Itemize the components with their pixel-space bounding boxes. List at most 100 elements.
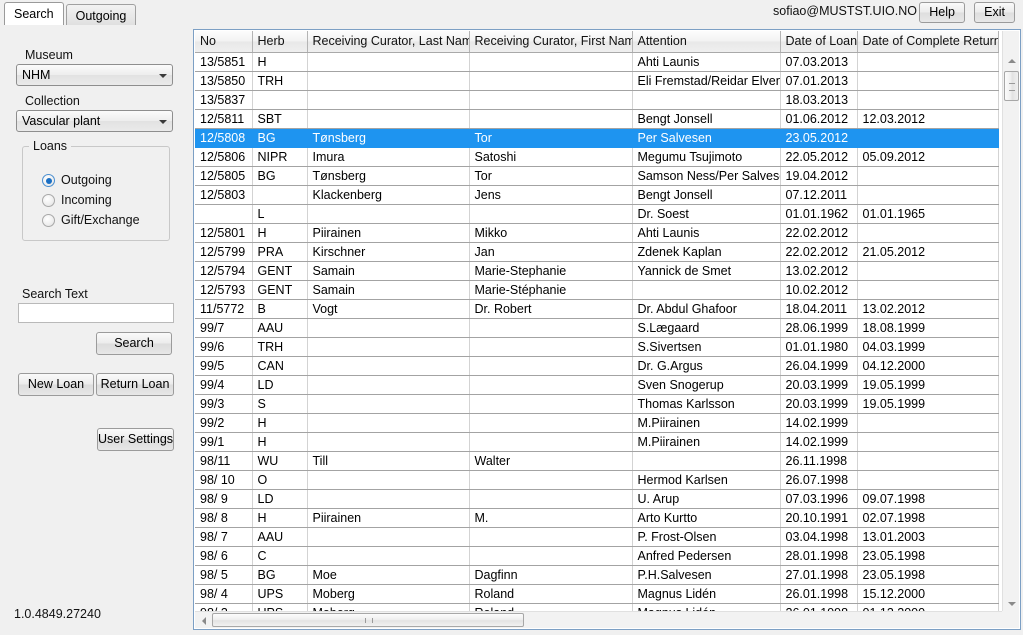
cell-date-of-loan[interactable]: 27.01.1998 [780, 565, 858, 585]
cell-herb[interactable]: AAU [252, 318, 308, 338]
cell-date-of-loan[interactable]: 22.05.2012 [780, 147, 858, 167]
cell-curator-first-name[interactable]: Marie-Stéphanie [469, 280, 633, 300]
help-button[interactable]: Help [919, 2, 965, 23]
cell-no[interactable]: 98/ 8 [195, 508, 253, 528]
cell-attention[interactable]: Zdenek Kaplan [632, 242, 781, 262]
return-loan-button[interactable]: Return Loan [96, 373, 174, 396]
cell-no[interactable]: 12/5799 [195, 242, 253, 262]
table-row[interactable]: 98/11 WU Till Walter 26.11.1998 [195, 451, 999, 471]
cell-date-of-loan[interactable]: 07.01.2013 [780, 71, 858, 91]
cell-herb[interactable] [252, 90, 308, 110]
cell-curator-last-name[interactable]: Piirainen [307, 508, 470, 528]
table-row[interactable]: L Dr. Soest 01.01.1962 01.01.1965 [195, 204, 999, 224]
cell-herb[interactable]: PRA [252, 242, 308, 262]
cell-curator-last-name[interactable]: Vogt [307, 299, 470, 319]
cell-attention[interactable]: Sven Snogerup [632, 375, 781, 395]
user-settings-button[interactable]: User Settings [97, 428, 174, 451]
table-row[interactable]: 98/ 6 C Anfred Pedersen 28.01.1998 23.05.199… [195, 546, 999, 566]
cell-curator-last-name[interactable]: Moe [307, 565, 470, 585]
cell-curator-last-name[interactable] [307, 356, 470, 376]
cell-no[interactable]: 12/5803 [195, 185, 253, 205]
cell-date-of-complete-return[interactable] [857, 413, 999, 433]
cell-no[interactable]: 13/5851 [195, 52, 253, 72]
cell-curator-first-name[interactable]: Dr. Robert [469, 299, 633, 319]
cell-no[interactable] [195, 204, 253, 224]
cell-no[interactable]: 99/7 [195, 318, 253, 338]
cell-curator-last-name[interactable] [307, 375, 470, 395]
cell-date-of-complete-return[interactable] [857, 470, 999, 490]
cell-no[interactable]: 99/2 [195, 413, 253, 433]
cell-no[interactable]: 12/5805 [195, 166, 253, 186]
cell-attention[interactable] [632, 451, 781, 471]
cell-date-of-loan[interactable]: 22.02.2012 [780, 223, 858, 243]
cell-attention[interactable]: M.Piirainen [632, 432, 781, 452]
table-row[interactable]: 98/ 8 H Piirainen M. Arto Kurtto 20.10.1991 02… [195, 508, 999, 528]
cell-herb[interactable]: CAN [252, 356, 308, 376]
cell-date-of-loan[interactable]: 07.03.1996 [780, 489, 858, 509]
cell-attention[interactable]: Bengt Jonsell [632, 109, 781, 129]
cell-curator-first-name[interactable] [469, 527, 633, 547]
cell-curator-last-name[interactable] [307, 546, 470, 566]
cell-attention[interactable]: Bengt Jonsell [632, 185, 781, 205]
scroll-up-arrow-icon[interactable] [1003, 52, 1020, 69]
cell-curator-first-name[interactable]: Jens [469, 185, 633, 205]
cell-curator-last-name[interactable] [307, 52, 470, 72]
cell-date-of-complete-return[interactable]: 23.05.1998 [857, 546, 999, 566]
cell-attention[interactable]: U. Arup [632, 489, 781, 509]
cell-no[interactable]: 99/6 [195, 337, 253, 357]
cell-curator-first-name[interactable] [469, 470, 633, 490]
cell-no[interactable]: 99/3 [195, 394, 253, 414]
table-row[interactable]: 98/ 5 BG Moe Dagfinn P.H.Salvesen 27.01.1998 2… [195, 565, 999, 585]
cell-date-of-loan[interactable]: 26.04.1999 [780, 356, 858, 376]
cell-date-of-complete-return[interactable]: 18.08.1999 [857, 318, 999, 338]
cell-no[interactable]: 98/ 4 [195, 584, 253, 604]
scroll-down-arrow-icon[interactable] [1003, 595, 1020, 612]
cell-curator-last-name[interactable] [307, 527, 470, 547]
cell-curator-last-name[interactable]: Till [307, 451, 470, 471]
cell-attention[interactable]: Per Salvesen [632, 128, 781, 148]
table-row[interactable]: 98/ 10 O Hermod Karlsen 26.07.1998 [195, 470, 999, 490]
column-header-curator-last-name[interactable]: Receiving Curator, Last Name [307, 31, 470, 53]
cell-curator-last-name[interactable] [307, 90, 470, 110]
cell-attention[interactable] [632, 280, 781, 300]
cell-curator-first-name[interactable] [469, 90, 633, 110]
cell-curator-last-name[interactable]: Samain [307, 280, 470, 300]
cell-no[interactable]: 98/ 5 [195, 565, 253, 585]
cell-attention[interactable]: Megumu Tsujimoto [632, 147, 781, 167]
table-row[interactable]: 12/5793 GENT Samain Marie-Stéphanie 10.02.20… [195, 280, 999, 300]
cell-curator-first-name[interactable]: Marie-Stephanie [469, 261, 633, 281]
cell-herb[interactable]: GENT [252, 261, 308, 281]
cell-date-of-loan[interactable]: 26.07.1998 [780, 470, 858, 490]
cell-herb[interactable]: WU [252, 451, 308, 471]
cell-attention[interactable] [632, 90, 781, 110]
cell-curator-first-name[interactable]: M. [469, 508, 633, 528]
cell-no[interactable]: 98/ 9 [195, 489, 253, 509]
cell-attention[interactable]: Magnus Lidén [632, 584, 781, 604]
cell-date-of-complete-return[interactable]: 05.09.2012 [857, 147, 999, 167]
cell-no[interactable]: 99/4 [195, 375, 253, 395]
cell-curator-first-name[interactable] [469, 71, 633, 91]
cell-date-of-loan[interactable]: 18.04.2011 [780, 299, 858, 319]
cell-curator-first-name[interactable] [469, 52, 633, 72]
cell-herb[interactable]: L [252, 204, 308, 224]
cell-date-of-complete-return[interactable]: 13.01.2003 [857, 527, 999, 547]
cell-curator-last-name[interactable]: Tønsberg [307, 166, 470, 186]
cell-date-of-complete-return[interactable]: 04.03.1999 [857, 337, 999, 357]
collection-select[interactable]: Vascular plant [16, 110, 173, 132]
cell-no[interactable]: 12/5794 [195, 261, 253, 281]
cell-attention[interactable]: Eli Fremstad/Reidar Elven [632, 71, 781, 91]
table-row[interactable]: 13/5851 H Ahti Launis 07.03.2013 [195, 52, 999, 72]
cell-curator-last-name[interactable] [307, 470, 470, 490]
cell-curator-last-name[interactable]: Klackenberg [307, 185, 470, 205]
cell-curator-last-name[interactable] [307, 489, 470, 509]
cell-date-of-complete-return[interactable] [857, 261, 999, 281]
cell-curator-first-name[interactable] [469, 375, 633, 395]
cell-date-of-complete-return[interactable]: 19.05.1999 [857, 394, 999, 414]
cell-attention[interactable]: P.H.Salvesen [632, 565, 781, 585]
cell-date-of-complete-return[interactable]: 01.01.1965 [857, 204, 999, 224]
table-row[interactable]: 98/ 7 AAU P. Frost-Olsen 03.04.1998 13.01.20… [195, 527, 999, 547]
cell-curator-first-name[interactable] [469, 394, 633, 414]
cell-date-of-loan[interactable]: 28.01.1998 [780, 546, 858, 566]
column-header-herb[interactable]: Herb [252, 31, 308, 53]
cell-herb[interactable]: BG [252, 565, 308, 585]
